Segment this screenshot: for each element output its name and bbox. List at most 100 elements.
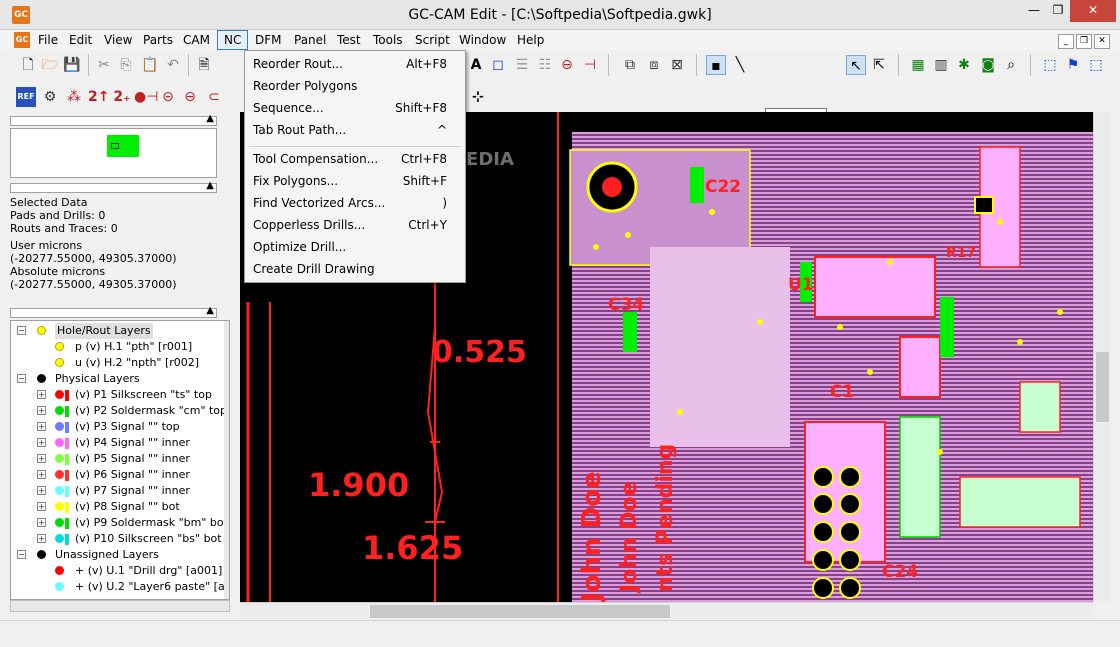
select-pointer-icon[interactable]: ↖ — [846, 55, 866, 75]
collapse-icon[interactable]: ▲ — [206, 305, 214, 316]
select-area-icon[interactable]: ⇱ — [869, 55, 889, 75]
zoom-fit-icon[interactable]: ⧈ — [644, 55, 664, 75]
menu-nc[interactable]: NC — [217, 30, 249, 50]
expand-icon[interactable]: + — [37, 454, 46, 463]
distribute-icon[interactable]: ☷ — [535, 55, 555, 75]
document-icon[interactable]: GC — [14, 32, 30, 48]
zoom-all-icon[interactable]: ⊠ — [667, 55, 687, 75]
tree-horizontal-scrollbar[interactable] — [10, 600, 230, 612]
collapse-icon[interactable]: − — [17, 374, 26, 383]
dashed-box-icon[interactable]: ⬚ — [1040, 55, 1060, 75]
tree-item[interactable]: p (v) H.1 "pth" [r001] — [11, 339, 221, 355]
print-preview-icon[interactable]: 🗎 — [194, 55, 214, 75]
canvas-vertical-scrollbar[interactable] — [1093, 112, 1110, 602]
tree-item[interactable]: + (v) U.1 "Drill drg" [a001] — [11, 563, 222, 579]
expand-icon[interactable]: + — [37, 438, 46, 447]
menu-item-tab-rout-path[interactable]: Tab Rout Path... ^ — [253, 119, 461, 141]
gear-icon[interactable]: ⚙ — [40, 87, 60, 107]
point-mode-icon[interactable]: ▪ — [706, 55, 726, 75]
menu-help[interactable]: Help — [511, 30, 550, 50]
paste-icon[interactable]: 📋 — [140, 55, 160, 75]
drill-slot-icon[interactable]: ⊖ — [180, 87, 200, 107]
expand-icon[interactable]: + — [37, 502, 46, 511]
mdi-minimize-button[interactable]: _ — [1058, 34, 1074, 49]
box-select-icon[interactable]: ⬚ — [1086, 55, 1106, 75]
drill-hole-icon[interactable]: ⊝ — [158, 87, 178, 107]
grid-icon[interactable]: ▦ — [908, 55, 928, 75]
open-folder-icon[interactable]: 🗁 — [40, 55, 60, 75]
panel-splitter[interactable]: ▲ — [10, 180, 217, 193]
ref-icon[interactable]: REF — [16, 87, 36, 107]
drill-2-icon[interactable]: 2↑ — [88, 87, 109, 107]
menu-item-sequence[interactable]: Sequence... Shift+F8 — [253, 97, 461, 119]
pad-icon[interactable]: ◙ — [978, 55, 998, 75]
scroll-thumb[interactable] — [1096, 352, 1109, 422]
flag-icon[interactable]: ⚑ — [1063, 55, 1083, 75]
measure-icon[interactable]: ⊣ — [580, 55, 600, 75]
menu-window[interactable]: Window — [453, 30, 512, 50]
line-mode-icon[interactable]: ╲ — [730, 55, 750, 75]
crosshair-icon[interactable]: ⊹ — [468, 87, 488, 107]
inspect-icon[interactable]: ⌕ — [1001, 55, 1021, 75]
expand-icon[interactable]: + — [37, 486, 46, 495]
collapse-icon[interactable]: ▲ — [206, 180, 214, 191]
text-tool-icon[interactable]: A — [466, 55, 486, 75]
zoom-window-icon[interactable]: ⧉ — [620, 55, 640, 75]
menu-tools[interactable]: Tools — [367, 30, 409, 50]
menu-parts[interactable]: Parts — [137, 30, 179, 50]
collapse-icon[interactable]: ▲ — [206, 113, 214, 124]
menu-item-tool-compensation[interactable]: Tool Compensation... Ctrl+F8 — [253, 148, 461, 170]
tree-item[interactable]: + (v) P6 Signal "" inner — [11, 467, 221, 483]
expand-icon[interactable]: + — [37, 470, 46, 479]
tree-item[interactable]: + (v) P10 Silkscreen "bs" bot — [11, 531, 222, 547]
menu-item-create-drill-drawing[interactable]: Create Drill Drawing — [253, 258, 461, 280]
save-icon[interactable]: 💾 — [62, 55, 82, 75]
tree-item[interactable]: + (v) P3 Signal "" top — [11, 419, 221, 435]
cut-icon[interactable]: ✂ — [94, 55, 114, 75]
rout-icon[interactable]: ⊂ — [204, 87, 224, 107]
menu-edit[interactable]: Edit — [63, 30, 98, 50]
panel-splitter[interactable]: ▲ — [10, 113, 217, 126]
tree-item[interactable]: u (v) H.2 "npth" [r002] — [11, 355, 221, 371]
expand-icon[interactable]: + — [37, 406, 46, 415]
menu-item-copperless-drills[interactable]: Copperless Drills... Ctrl+Y — [253, 214, 461, 236]
tree-item[interactable]: + (v) U.2 "Layer6 paste" [a0... — [11, 579, 229, 595]
align-icon[interactable]: ☰ — [512, 55, 532, 75]
scroll-thumb[interactable] — [370, 605, 670, 618]
minimize-button[interactable]: — — [1022, 0, 1046, 22]
menu-item-optimize-drill[interactable]: Optimize Drill... — [253, 236, 461, 258]
tree-item[interactable]: + (v) P9 Soldermask "bm" bot — [11, 515, 228, 531]
target-icon[interactable]: ⊖ — [557, 55, 577, 75]
menu-view[interactable]: View — [98, 30, 138, 50]
expand-icon[interactable]: + — [37, 390, 46, 399]
expand-icon[interactable]: + — [37, 422, 46, 431]
tree-group-hole-rout[interactable]: − Hole/Rout Layers — [11, 323, 221, 339]
mdi-restore-button[interactable]: ❐ — [1076, 34, 1092, 49]
drill-pin-icon[interactable]: ●⊣ — [134, 87, 158, 107]
expand-icon[interactable]: + — [37, 518, 46, 527]
tree-item[interactable]: + (v) P1 Silkscreen "ts" top — [11, 387, 221, 403]
rectangle-tool-icon[interactable]: ◻ — [488, 55, 508, 75]
canvas-horizontal-scrollbar[interactable] — [240, 602, 1093, 619]
mdi-close-button[interactable]: ✕ — [1094, 34, 1110, 49]
tree-scrollbar[interactable] — [224, 321, 229, 599]
tree-item[interactable]: + (v) P4 Signal "" inner — [11, 435, 221, 451]
chip-icon[interactable]: ✱ — [954, 55, 974, 75]
pattern-icon[interactable]: ⁂ — [64, 87, 84, 107]
menu-item-reorder-polygons[interactable]: Reorder Polygons — [253, 75, 461, 97]
tree-item[interactable]: + (v) P2 Soldermask "cm" top — [11, 403, 227, 419]
tree-group-physical[interactable]: − Physical Layers — [11, 371, 221, 387]
menu-test[interactable]: Test — [331, 30, 367, 50]
undo-icon[interactable]: ↶ — [163, 55, 183, 75]
menu-item-reorder-rout[interactable]: Reorder Rout... Alt+F8 — [253, 53, 461, 75]
menu-panel[interactable]: Panel — [288, 30, 332, 50]
copy-icon[interactable]: ⎘ — [116, 55, 136, 75]
expand-icon[interactable]: + — [37, 534, 46, 543]
new-file-icon[interactable]: 🗋 — [18, 55, 38, 75]
collapse-icon[interactable]: − — [17, 550, 26, 559]
menu-file[interactable]: File — [32, 30, 64, 50]
tree-item[interactable]: + (v) P7 Signal "" inner — [11, 483, 221, 499]
add-drill-icon[interactable]: 2₊ — [112, 87, 132, 107]
columns-icon[interactable]: ▥ — [931, 55, 951, 75]
panel-splitter[interactable]: ▲ — [10, 305, 217, 318]
